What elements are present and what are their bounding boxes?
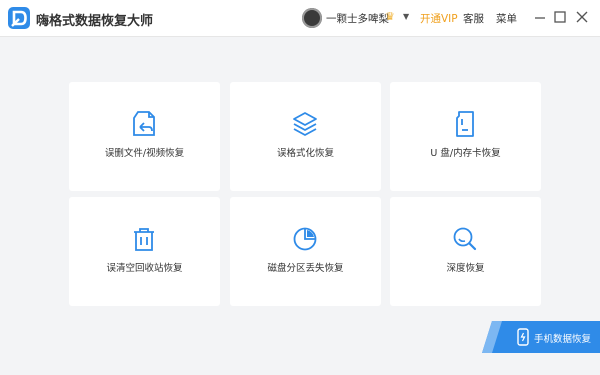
trash-icon <box>129 224 159 254</box>
minimize-button[interactable] <box>532 9 548 25</box>
avatar[interactable] <box>302 8 322 28</box>
username[interactable]: 一颗士多啤梨 <box>326 11 389 26</box>
app-title: 嗨格式数据恢复大师 <box>36 14 154 29</box>
card-label: 误清空回收站恢复 <box>106 263 183 274</box>
maximize-icon <box>554 11 566 23</box>
card-label: U 盘/内存卡恢复 <box>430 148 501 159</box>
layers-icon <box>290 109 320 139</box>
customer-service-link[interactable]: 客服 <box>463 11 484 26</box>
vip-crown-icon: ♛ <box>385 10 395 23</box>
search-icon <box>450 224 480 254</box>
card-deleted-file-recovery[interactable]: 误删文件/视频恢复 <box>69 82 220 191</box>
mobile-recovery-label: 手机数据恢复 <box>534 334 592 345</box>
close-icon <box>576 11 588 23</box>
sd-card-icon <box>450 109 480 139</box>
menu-link[interactable]: 菜单 <box>496 11 517 26</box>
card-recycle-bin-recovery[interactable]: 误清空回收站恢复 <box>69 197 220 306</box>
close-button[interactable] <box>574 9 590 25</box>
card-partition-recovery[interactable]: 磁盘分区丢失恢复 <box>230 197 381 306</box>
title-bar: 嗨格式数据恢复大师 一颗士多啤梨 ♛ ▼ 开通VIP 客服 菜单 <box>0 0 600 37</box>
card-deep-recovery[interactable]: 深度恢复 <box>390 197 541 306</box>
minimize-icon <box>535 17 545 19</box>
pie-chart-icon <box>290 224 320 254</box>
card-format-recovery[interactable]: 误格式化恢复 <box>230 82 381 191</box>
card-usb-sd-recovery[interactable]: U 盘/内存卡恢复 <box>390 82 541 191</box>
card-label: 误删文件/视频恢复 <box>104 148 185 159</box>
maximize-button[interactable] <box>552 9 568 25</box>
mobile-recovery-button[interactable]: 手机数据恢复 <box>482 321 600 353</box>
card-label: 误格式化恢复 <box>276 148 334 159</box>
phone-icon <box>517 328 529 346</box>
card-label: 深度恢复 <box>446 263 485 274</box>
app-logo-icon <box>8 7 30 29</box>
card-label: 磁盘分区丢失恢复 <box>267 263 344 274</box>
file-restore-icon <box>129 109 159 139</box>
open-vip-link[interactable]: 开通VIP <box>420 11 458 26</box>
chevron-down-icon[interactable]: ▼ <box>403 12 409 21</box>
